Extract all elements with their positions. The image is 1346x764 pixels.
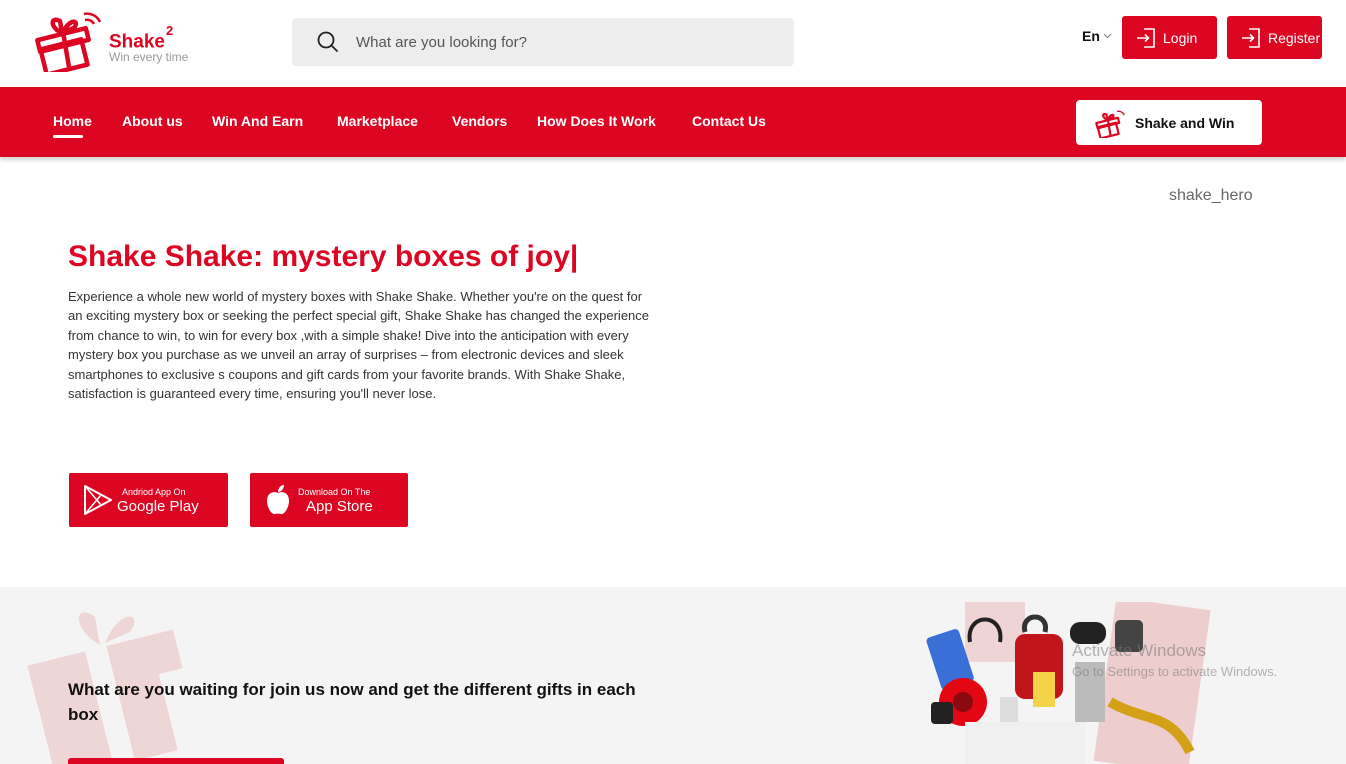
gift-icon [1095, 110, 1125, 138]
google-play-button[interactable]: Andriod App On Google Play [69, 473, 228, 527]
watermark-line-1: Activate Windows [1072, 641, 1207, 660]
nav-item-win-and-earn[interactable]: Win And Earn [212, 113, 303, 129]
search-icon[interactable] [316, 30, 340, 54]
nav-item-marketplace[interactable]: Marketplace [337, 113, 418, 129]
app-store-small-text: Download On The [298, 487, 371, 497]
nav-item-how-does-it-work[interactable]: How Does It Work [537, 113, 656, 129]
nav-item-contact-us[interactable]: Contact Us [692, 113, 766, 129]
login-label: Login [1163, 29, 1198, 46]
register-icon [1242, 27, 1260, 48]
google-play-icon [84, 485, 112, 515]
join-now-button[interactable] [68, 758, 284, 764]
watermark-line-2: Go to Settings to activate Windows. [1072, 664, 1278, 679]
gifts-illustration [926, 602, 1211, 764]
language-label: En [1082, 28, 1100, 44]
nav-item-vendors[interactable]: Vendors [452, 113, 507, 129]
google-play-big-text: Google Play [117, 498, 199, 515]
nav-item-about-us[interactable]: About us [122, 113, 183, 129]
hero-image-broken: shake_hero [1169, 187, 1253, 205]
hero-title: Shake Shake: mystery boxes of joy| [68, 240, 579, 273]
brand-tagline: Win every time [109, 50, 189, 64]
join-heading: What are you waiting for join us now and… [68, 680, 636, 724]
chevron-down-icon [1103, 33, 1112, 39]
main-nav: Home About us Win And Earn Marketplace V… [0, 87, 1346, 157]
app-store-button[interactable]: Download On The App Store [250, 473, 408, 527]
hero-description: Experience a whole new world of mystery … [68, 289, 650, 402]
shake-and-win-label: Shake and Win [1135, 114, 1235, 131]
shake-and-win-button[interactable]: Shake and Win [1076, 100, 1262, 145]
google-play-small-text: Andriod App On [122, 487, 186, 497]
apple-icon [267, 485, 289, 515]
login-icon [1137, 27, 1155, 48]
hero-image-alt-text: shake_hero [1169, 187, 1253, 204]
search-bar [292, 18, 794, 66]
language-selector[interactable]: En [1082, 28, 1112, 44]
app-store-big-text: App Store [306, 498, 373, 515]
register-button[interactable]: Register [1227, 16, 1322, 59]
nav-item-home[interactable]: Home [53, 113, 92, 138]
brand-logo[interactable]: Shake2 Win every time [32, 8, 212, 72]
gift-logo-icon [35, 12, 102, 72]
search-input[interactable] [356, 18, 776, 66]
login-button[interactable]: Login [1122, 16, 1217, 59]
register-label: Register [1268, 29, 1321, 46]
windows-activation-watermark: Activate Windows Go to Settings to activ… [1072, 641, 1277, 679]
top-header: Shake2 Win every time En Login Register [0, 0, 1346, 87]
